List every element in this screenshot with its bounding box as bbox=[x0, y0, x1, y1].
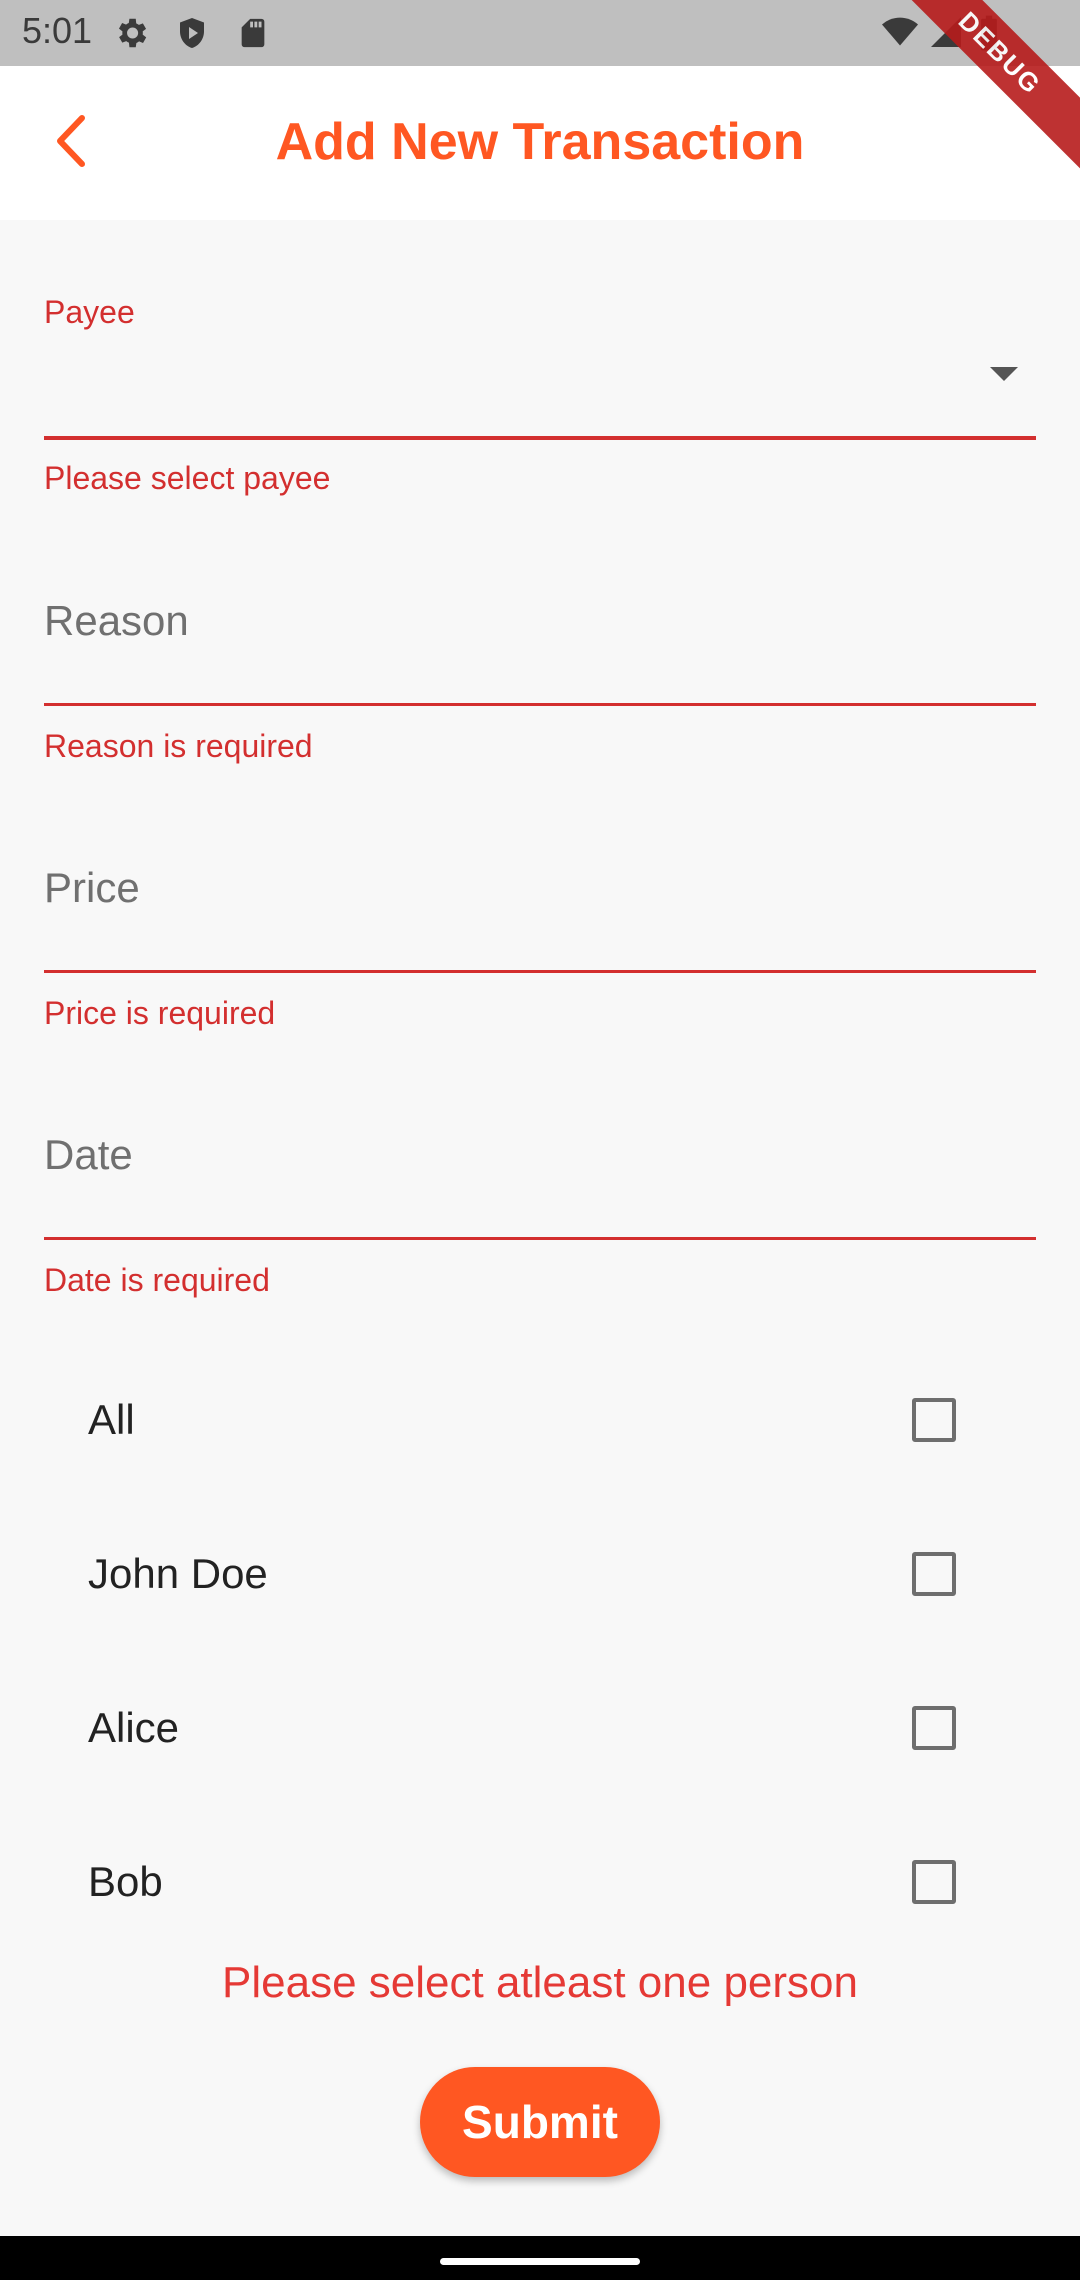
reason-placeholder: Reason bbox=[44, 597, 189, 644]
submit-button[interactable]: Submit bbox=[420, 2067, 660, 2177]
person-label: John Doe bbox=[88, 1550, 268, 1597]
person-checkbox[interactable] bbox=[912, 1860, 956, 1904]
home-gesture-handle[interactable] bbox=[440, 2258, 640, 2265]
settings-icon bbox=[112, 14, 150, 57]
person-checkbox[interactable] bbox=[912, 1398, 956, 1442]
price-placeholder: Price bbox=[44, 864, 140, 911]
payee-label: Payee bbox=[44, 294, 135, 330]
payee-underline bbox=[44, 436, 1036, 440]
person-label: Bob bbox=[88, 1858, 163, 1905]
reason-field[interactable]: Reason Reason is required bbox=[44, 595, 1036, 764]
price-error: Price is required bbox=[44, 995, 276, 1031]
date-placeholder: Date bbox=[44, 1131, 133, 1178]
debug-banner-container: DEBUG bbox=[880, 0, 1080, 200]
person-row-all[interactable]: All bbox=[0, 1346, 1080, 1496]
person-row-john-doe[interactable]: John Doe bbox=[0, 1500, 1080, 1650]
reason-error: Reason is required bbox=[44, 728, 313, 764]
person-row-bob[interactable]: Bob bbox=[0, 1808, 1080, 1958]
person-checkbox[interactable] bbox=[912, 1706, 956, 1750]
people-error: Please select atleast one person bbox=[222, 1958, 858, 2007]
date-error: Date is required bbox=[44, 1262, 270, 1298]
price-field[interactable]: Price Price is required bbox=[44, 862, 1036, 1031]
person-row-alice[interactable]: Alice bbox=[0, 1654, 1080, 1804]
payee-error: Please select payee bbox=[44, 460, 331, 496]
person-label: All bbox=[88, 1396, 135, 1443]
date-field[interactable]: Date Date is required bbox=[44, 1129, 1036, 1298]
status-time: 5:01 bbox=[22, 10, 93, 51]
shield-icon bbox=[174, 14, 210, 57]
debug-banner: DEBUG bbox=[880, 0, 1080, 177]
dropdown-arrow-icon bbox=[990, 367, 1018, 381]
navigation-bar bbox=[0, 2236, 1080, 2280]
sd-card-icon bbox=[236, 14, 270, 57]
payee-dropdown[interactable]: Payee Please select payee bbox=[44, 290, 1036, 496]
reason-underline bbox=[44, 703, 1036, 706]
person-label: Alice bbox=[88, 1704, 180, 1751]
person-checkbox[interactable] bbox=[912, 1552, 956, 1596]
price-underline bbox=[44, 970, 1036, 973]
date-underline bbox=[44, 1237, 1036, 1240]
